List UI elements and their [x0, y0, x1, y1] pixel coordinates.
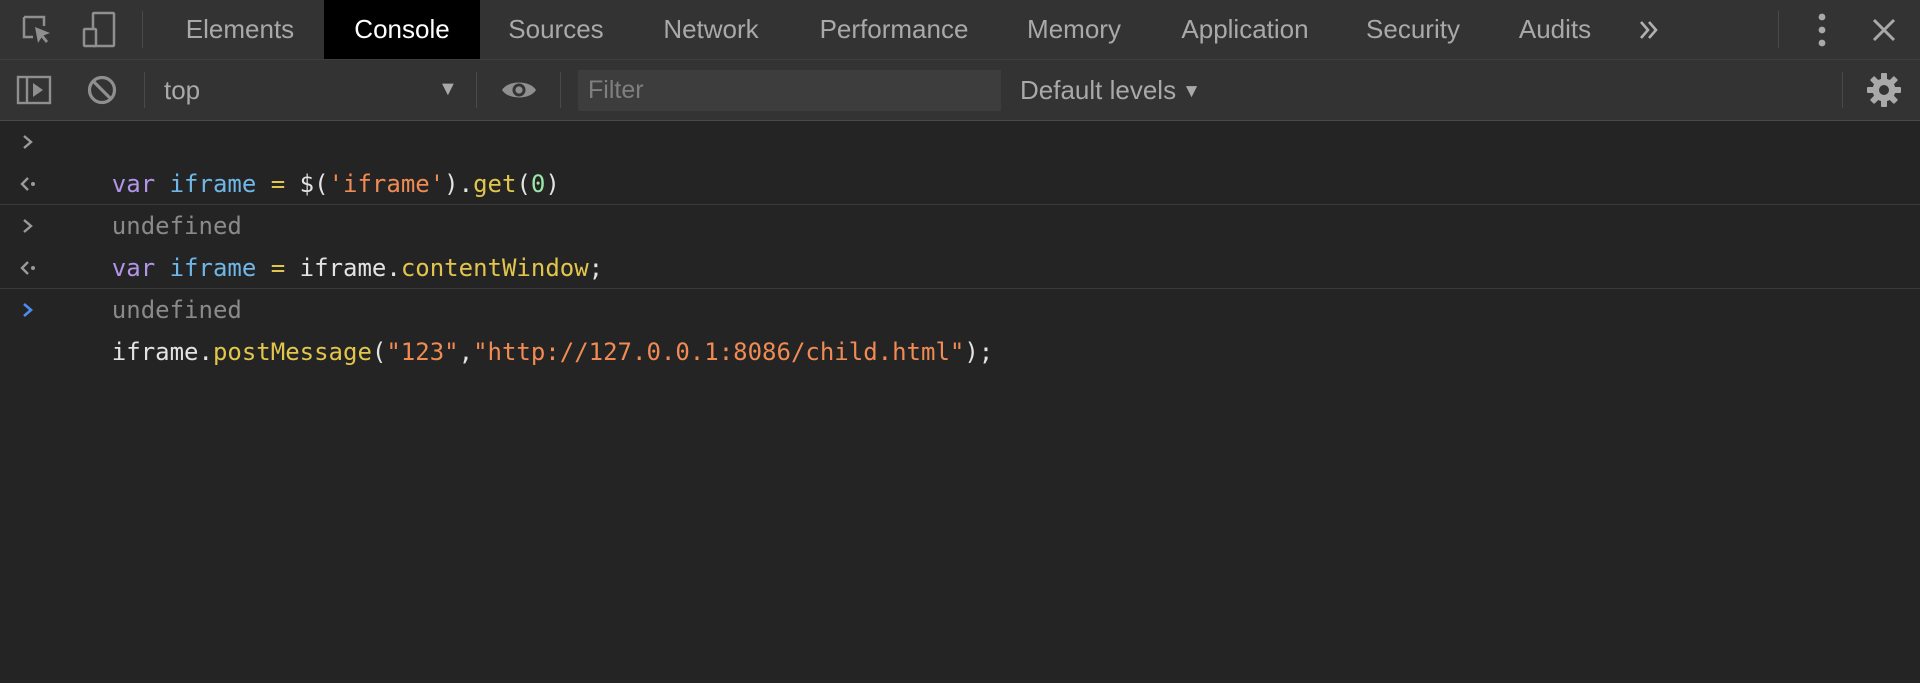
clear-console-icon[interactable]	[82, 60, 122, 120]
toolbar-separator	[560, 72, 561, 108]
gear-icon[interactable]	[1862, 60, 1906, 120]
eye-icon[interactable]	[496, 60, 542, 120]
tab-audits[interactable]: Audits	[1500, 0, 1610, 59]
log-levels-dropdown[interactable]: Default levels ▼	[1020, 60, 1201, 120]
javascript-context-select[interactable]: top ▼	[150, 60, 460, 120]
console-prompt[interactable]: iframe.postMessage("123","http://127.0.0…	[0, 289, 1920, 366]
toolbar-separator	[144, 72, 145, 108]
devtools-tab-bar: Elements Console Sources Network Perform…	[0, 0, 1920, 60]
console-result-line: undefined	[0, 247, 1920, 324]
dropdown-arrow-icon: ▼	[1182, 81, 1201, 102]
filter-input[interactable]	[578, 70, 1001, 111]
result-arrow-icon	[18, 163, 38, 205]
console-messages[interactable]: var iframe = $('iframe').get(0) undefine…	[0, 121, 1920, 683]
tab-memory[interactable]: Memory	[1004, 0, 1144, 59]
chevron-double-right-icon[interactable]	[1628, 0, 1670, 59]
console-result-line: undefined	[0, 163, 1920, 240]
tab-security[interactable]: Security	[1342, 0, 1484, 59]
dropdown-arrow-icon: ▼	[438, 78, 458, 100]
result-arrow-icon	[18, 247, 38, 289]
tab-sources[interactable]: Sources	[486, 0, 626, 59]
inspect-element-icon[interactable]	[16, 0, 58, 59]
console-input-line[interactable]: var iframe = iframe.contentWindow;	[0, 205, 1920, 282]
tab-application[interactable]: Application	[1162, 0, 1328, 59]
chevron-right-icon	[18, 289, 38, 331]
tab-elements[interactable]: Elements	[160, 0, 320, 59]
toolbar-separator	[1778, 11, 1779, 48]
toolbar-separator	[1842, 72, 1843, 108]
chevron-right-icon	[18, 121, 38, 163]
log-levels-label: Default levels	[1020, 75, 1177, 105]
context-value: top	[164, 75, 201, 105]
console-input-line[interactable]: var iframe = $('iframe').get(0)	[0, 121, 1920, 198]
device-toolbar-icon[interactable]	[78, 0, 120, 59]
toolbar-separator	[476, 72, 477, 108]
tab-performance[interactable]: Performance	[796, 0, 992, 59]
vertical-ellipsis-icon[interactable]	[1800, 0, 1844, 59]
close-icon[interactable]	[1862, 0, 1906, 59]
sidebar-toggle-icon[interactable]	[14, 60, 54, 120]
tab-console[interactable]: Console	[324, 0, 480, 59]
console-toolbar: top ▼ Default levels▼	[0, 60, 1920, 121]
tab-network[interactable]: Network	[640, 0, 782, 59]
chevron-right-icon	[18, 205, 38, 247]
toolbar-separator	[142, 11, 143, 48]
